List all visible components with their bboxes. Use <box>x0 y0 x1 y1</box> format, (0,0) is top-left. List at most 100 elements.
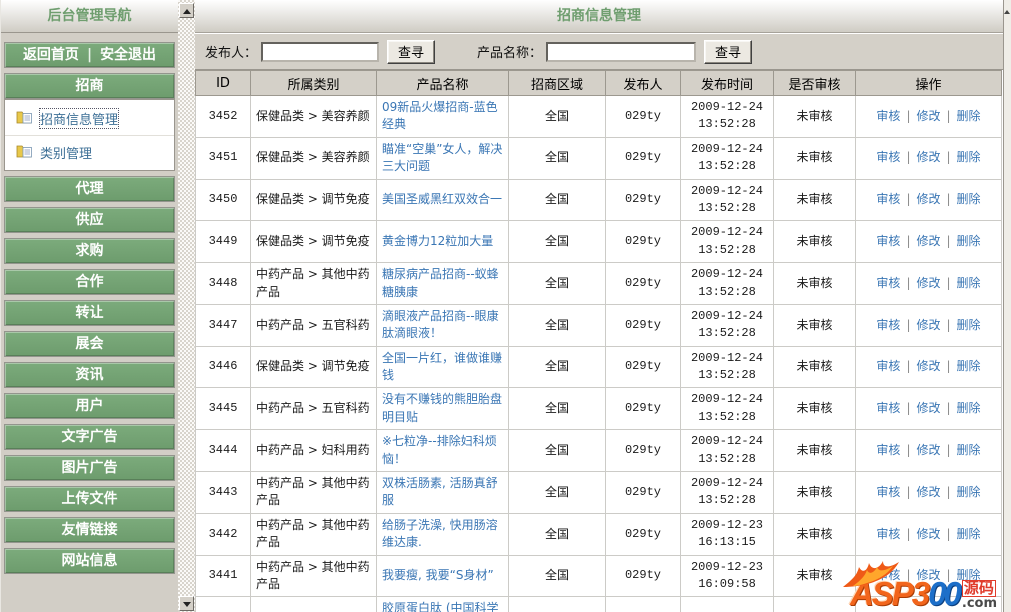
sidebar-section[interactable]: 供应 <box>4 207 175 233</box>
edit-link[interactable]: 修改 <box>916 568 940 582</box>
submenu-link-info-mgmt[interactable]: 招商信息管理 <box>38 108 120 129</box>
edit-link[interactable]: 修改 <box>916 401 940 415</box>
right-scrollbar[interactable] <box>1003 0 1011 612</box>
approve-link[interactable]: 审核 <box>876 192 900 206</box>
logout-link[interactable]: 安全退出 <box>100 43 156 67</box>
edit-link[interactable]: 修改 <box>916 276 940 290</box>
product-link[interactable]: 全国一片红，谁做谁赚钱 <box>382 351 502 382</box>
product-link[interactable]: 黄金博力12粒加大量 <box>382 234 493 248</box>
delete-link[interactable]: 删除 <box>957 234 981 248</box>
delete-link[interactable]: 删除 <box>957 359 981 373</box>
delete-link[interactable]: 删除 <box>957 150 981 164</box>
action-separator: | <box>906 275 911 290</box>
col-header-id: ID <box>195 70 251 96</box>
cell-region: 全国 <box>508 596 606 612</box>
action-separator: | <box>906 108 911 123</box>
approve-link[interactable]: 审核 <box>876 359 900 373</box>
delete-link[interactable]: 删除 <box>957 192 981 206</box>
approve-link[interactable]: 审核 <box>876 401 900 415</box>
sidebar-section[interactable]: 用户 <box>4 393 175 419</box>
approve-link[interactable]: 审核 <box>876 485 900 499</box>
delete-link[interactable]: 删除 <box>957 318 981 332</box>
approve-link[interactable]: 审核 <box>876 443 900 457</box>
sidebar-section-zhaoshang[interactable]: 招商 <box>4 73 175 99</box>
sidebar-section[interactable]: 求购 <box>4 238 175 264</box>
submenu-link-category-mgmt[interactable]: 类别管理 <box>40 143 92 162</box>
delete-link[interactable]: 删除 <box>957 276 981 290</box>
publisher-search-button[interactable]: 查寻 <box>387 39 436 64</box>
delete-link[interactable]: 删除 <box>957 568 981 582</box>
product-link[interactable]: 我要瘦, 我要“S身材” <box>382 568 494 582</box>
publisher-input[interactable] <box>261 41 380 62</box>
product-link[interactable]: 没有不赚钱的熊胆胎盘明目贴 <box>382 392 502 423</box>
delete-link[interactable]: 删除 <box>957 443 981 457</box>
cell-id: 3445 <box>195 387 251 431</box>
delete-link[interactable]: 删除 <box>957 527 981 541</box>
sidebar-section[interactable]: 图片广告 <box>4 455 175 481</box>
approve-link[interactable]: 审核 <box>876 318 900 332</box>
product-search-button[interactable]: 查寻 <box>704 39 753 64</box>
cell-actions: 审核 | 修改 | 删除 <box>855 95 1002 138</box>
edit-link[interactable]: 修改 <box>916 318 940 332</box>
sidebar-section[interactable]: 代理 <box>4 176 175 202</box>
sidebar-section[interactable]: 转让 <box>4 300 175 326</box>
cell-id: 3441 <box>195 554 251 598</box>
cell-actions: 审核 | 修改 | 删除 <box>855 220 1002 264</box>
edit-link[interactable]: 修改 <box>916 150 940 164</box>
edit-link[interactable]: 修改 <box>916 443 940 457</box>
approve-link[interactable]: 审核 <box>876 109 900 123</box>
cell-publisher: 029ty <box>605 303 681 347</box>
edit-link[interactable]: 修改 <box>916 527 940 541</box>
approve-link[interactable]: 审核 <box>876 234 900 248</box>
action-separator: | <box>946 359 951 374</box>
product-link[interactable]: 美国圣威黑红双效合一 <box>382 192 502 206</box>
sidebar-section[interactable]: 合作 <box>4 269 175 295</box>
submenu-item-info-mgmt[interactable]: 招商信息管理 <box>5 102 174 135</box>
scroll-up-button[interactable] <box>179 3 194 18</box>
col-header-audit: 是否审核 <box>773 70 856 96</box>
admin-console: 后台管理导航 返回首页 | 安全退出 招商 招商信息管理 类别管理 代理 供应 … <box>0 0 1011 612</box>
cell-date: 2009-12-25 13:01:25 <box>680 596 774 612</box>
sidebar-section[interactable]: 网站信息 <box>4 548 175 574</box>
delete-link[interactable]: 删除 <box>957 109 981 123</box>
product-link[interactable]: ※七粒净--排除妇科烦恼！ <box>382 434 497 465</box>
action-separator: | <box>906 317 911 332</box>
publish-time: 13:52:28 <box>698 451 756 466</box>
edit-link[interactable]: 修改 <box>916 359 940 373</box>
product-link[interactable]: 09新品火爆招商-蓝色经典 <box>382 100 498 131</box>
approve-link[interactable]: 审核 <box>876 276 900 290</box>
sidebar-scrollbar[interactable] <box>178 0 195 612</box>
sidebar-section[interactable]: 文字广告 <box>4 424 175 450</box>
product-link[interactable]: 双株活肠素, 活肠真舒服 <box>382 476 498 507</box>
publish-date: 2009-12-24 <box>690 308 763 323</box>
product-link[interactable]: 给肠子洗澡, 快用肠溶维达康. <box>382 518 498 549</box>
scroll-down-button[interactable] <box>179 596 194 611</box>
delete-link[interactable]: 删除 <box>957 401 981 415</box>
edit-link[interactable]: 修改 <box>916 192 940 206</box>
return-home-link[interactable]: 返回首页 <box>23 43 79 67</box>
publish-date: 2009-12-24 <box>690 476 763 491</box>
cell-region: 全国 <box>508 303 606 347</box>
product-input[interactable] <box>546 41 697 62</box>
approve-link[interactable]: 审核 <box>876 527 900 541</box>
submenu-item-category-mgmt[interactable]: 类别管理 <box>5 135 174 168</box>
edit-link[interactable]: 修改 <box>916 234 940 248</box>
action-separator: | <box>906 568 911 583</box>
approve-link[interactable]: 审核 <box>876 150 900 164</box>
product-link[interactable]: 滴眼液产品招商--眼康肽滴眼液！ <box>382 309 499 340</box>
sidebar-section[interactable]: 上传文件 <box>4 486 175 512</box>
approve-link[interactable]: 审核 <box>876 568 900 582</box>
product-link[interactable]: 胶原蛋白肽 (中国科学院全新衡通会销模式全新产品上市) <box>382 601 502 612</box>
cell-id: 3450 <box>195 178 251 222</box>
product-link[interactable]: 瞄准“空巢”女人，解决三大问题 <box>382 142 502 173</box>
product-link[interactable]: 糖尿病产品招商--蚁蜂糖胰康 <box>382 267 499 298</box>
delete-link[interactable]: 删除 <box>957 485 981 499</box>
action-separator: | <box>906 150 911 165</box>
sidebar-section[interactable]: 展会 <box>4 331 175 357</box>
edit-link[interactable]: 修改 <box>916 485 940 499</box>
topbar-separator: | <box>86 47 93 63</box>
sidebar-section[interactable]: 友情链接 <box>4 517 175 543</box>
sidebar-section[interactable]: 资讯 <box>4 362 175 388</box>
edit-link[interactable]: 修改 <box>916 109 940 123</box>
action-separator: | <box>906 401 911 416</box>
